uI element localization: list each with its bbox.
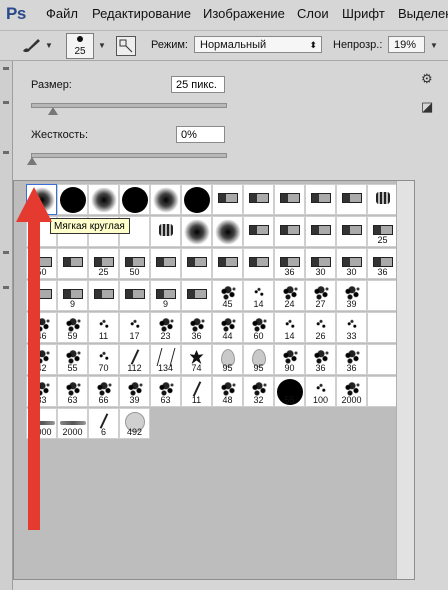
- red-annotation-arrow: [16, 187, 52, 530]
